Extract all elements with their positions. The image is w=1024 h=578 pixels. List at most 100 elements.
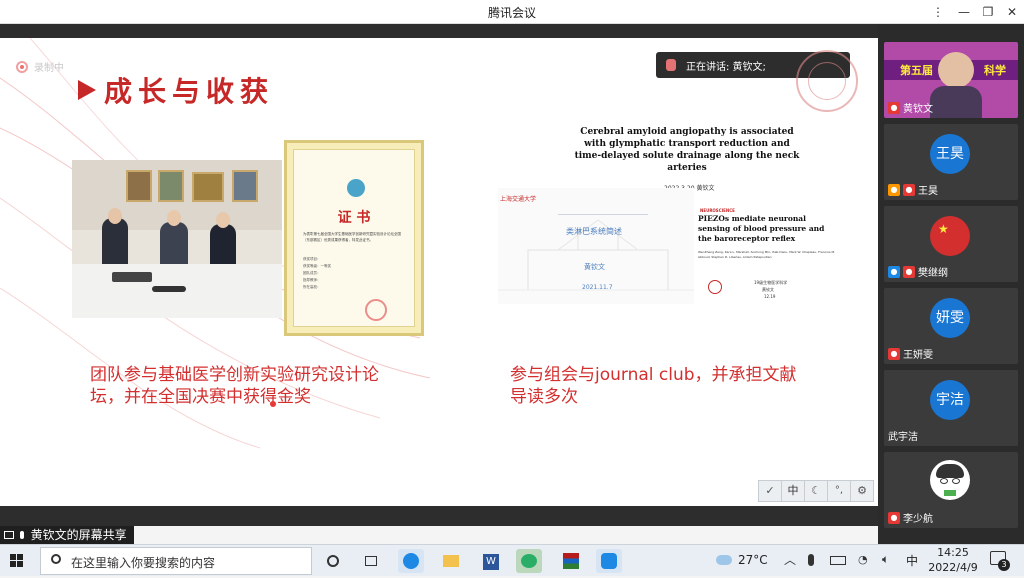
taskbar-search[interactable]: 在这里输入你要搜索的内容 (40, 547, 312, 575)
mic-muted-icon: ● (903, 265, 915, 278)
search-placeholder: 在这里输入你要搜索的内容 (71, 556, 216, 570)
participant-name: 王妍雯 (903, 350, 933, 361)
piezo-slide-thumb: NEUROSCIENCE PIEZOs mediate neuronal sen… (694, 208, 835, 308)
recording-indicator: 录制中 (16, 59, 64, 74)
recording-label: 录制中 (34, 63, 64, 74)
certificate-field-4: 指导教师： (303, 278, 321, 282)
wechat-icon[interactable] (516, 549, 542, 573)
user-icon: ● (888, 183, 900, 196)
caption-left: 团队参与基础医学创新实验研究设计论坛，并在全国决赛中获得金奖 (90, 365, 379, 407)
participant-name: 樊继纲 (918, 268, 948, 279)
app-title: 腾讯会议 (487, 6, 536, 20)
tray-chevron-icon[interactable]: ︿ (784, 551, 796, 568)
certificate-field-1: 获奖项目： (303, 257, 321, 261)
cortana-icon[interactable] (320, 549, 346, 573)
screen-share-label[interactable]: 黄钦文的屏幕共享 (0, 526, 134, 544)
lymph-author: 黄钦文 (584, 263, 605, 271)
lymph-date: 2021.11.7 (582, 284, 613, 291)
avatar: 宇洁 (930, 380, 970, 420)
certificate-field-5: 所在高校： (303, 285, 321, 289)
participant-name: 王昊 (918, 186, 938, 197)
video-banner-text-2: 科学 (984, 64, 1006, 77)
piezo-title: PIEZOs mediate neuronal sensing of blood… (698, 214, 825, 243)
mic-muted-icon: ● (903, 183, 915, 196)
slide-heading: 成长与收获 (78, 70, 274, 110)
screen-share-icon (4, 531, 14, 539)
certificate-title: 证 书 (337, 210, 371, 226)
weather-icon[interactable] (716, 555, 732, 565)
piezo-foot-1: 19级生物医学科学 (754, 280, 788, 285)
avatar: 王昊 (930, 134, 970, 174)
tray-mic-icon[interactable] (808, 554, 814, 566)
notification-count: 3 (998, 559, 1010, 571)
windows-start-icon[interactable] (10, 554, 24, 568)
neuroscience-tag: NEUROSCIENCE (700, 208, 735, 213)
piezo-foot-2: 黄钦文 (762, 287, 774, 292)
video-banner-text: 第五届 (900, 64, 933, 77)
ime-indicator[interactable]: 中 (906, 552, 918, 569)
speaking-mic-icon (666, 59, 676, 71)
minimize-button[interactable]: — (954, 3, 974, 21)
certificate-emblem-icon (347, 179, 365, 197)
edge-icon[interactable] (398, 549, 424, 573)
task-view-icon[interactable] (358, 549, 384, 573)
screen-share-text: 黄钦文的屏幕共享 (30, 528, 127, 542)
mic-small-icon (19, 531, 24, 539)
network-icon[interactable]: ◔ (858, 553, 868, 566)
title-bar: 腾讯会议 ⋮ — ❐ ✕ (0, 0, 1024, 24)
presentation-toolbar: ✓ 中 ☾ °, ⚙ (758, 480, 874, 502)
tencent-meeting-icon[interactable] (596, 549, 622, 573)
heading-text: 成长与收获 (104, 75, 275, 108)
certificate-body: 为表彰第七届全国大学生基础医学创新研究暨实验设计论坛全国（东部赛区）优秀成果获得… (303, 232, 401, 242)
avatar: 妍雯 (930, 298, 970, 338)
lymph-title: 类淋巴系统简述 (566, 227, 622, 236)
weather-temp[interactable]: 27°C (738, 553, 768, 567)
university-badge-icon (708, 280, 722, 294)
triangle-bullet-icon (78, 80, 96, 100)
flag-avatar-icon: ★ (930, 216, 970, 256)
mic-muted-icon: ● (888, 511, 900, 524)
winrar-icon[interactable] (558, 549, 584, 573)
paper-title: Cerebral amyloid angiopathy is associate… (574, 127, 800, 173)
piezo-authors: Wei-Zheng Zeng, Kara L. Marshall, Soohon… (698, 250, 836, 259)
close-button[interactable]: ✕ (1002, 3, 1022, 21)
file-explorer-icon[interactable] (438, 549, 464, 573)
theme-button[interactable]: ☾ (805, 481, 828, 501)
record-dot-icon (16, 60, 28, 73)
language-button[interactable]: 中 (782, 481, 805, 501)
share-bottom-border (0, 506, 878, 526)
participant-name: 武宇洁 (888, 432, 918, 443)
settings-button[interactable]: ⚙ (851, 481, 873, 501)
more-icon[interactable]: ⋮ (928, 3, 948, 21)
clock-time[interactable]: 14:25 (930, 546, 976, 559)
participant-tile[interactable]: 宇洁 武宇洁 (884, 370, 1018, 446)
cartoon-avatar-icon (930, 460, 970, 500)
speaker-video (938, 52, 974, 88)
mic-icon: ● (888, 101, 900, 114)
participant-tile[interactable]: ★ ● ● 樊继纲 (884, 206, 1018, 282)
participant-tile[interactable]: ● 李少航 (884, 452, 1018, 528)
clock-date[interactable]: 2022/4/9 (926, 561, 980, 574)
participant-tile[interactable]: 王昊 ● ● 王昊 (884, 124, 1018, 200)
participant-name: 黄钦文 (903, 104, 933, 115)
pointer-cursor (270, 401, 276, 407)
university-seal-icon (796, 50, 858, 112)
annotate-button[interactable]: ✓ (759, 481, 782, 501)
word-icon[interactable]: W (478, 549, 504, 573)
certificate: 证 书 为表彰第七届全国大学生基础医学创新研究暨实验设计论坛全国（东部赛区）优秀… (284, 140, 424, 336)
share-top-border (0, 24, 878, 38)
battery-icon[interactable] (830, 556, 846, 565)
participant-tile[interactable]: 妍雯 ● 王妍雯 (884, 288, 1018, 364)
volume-icon[interactable]: 🔈︎ (882, 552, 889, 567)
punctuation-button[interactable]: °, (828, 481, 851, 501)
certificate-field-3: 团队成员： (303, 271, 321, 275)
restore-button[interactable]: ❐ (978, 3, 998, 21)
caption-right: 参与组会与journal club，并承担文献导读多次 (510, 365, 797, 407)
piezo-foot-3: 12.19 (764, 294, 776, 299)
participant-name: 李少航 (903, 514, 933, 525)
participant-tile-video[interactable]: 第五届 科学 ● 黄钦文 (884, 42, 1018, 118)
windows-taskbar: 在这里输入你要搜索的内容 W 27°C ︿ ◔ 🔈︎ 中 14:25 2022/… (0, 544, 1024, 576)
mic-muted-icon: ● (888, 347, 900, 360)
participant-sidebar: 第五届 科学 ● 黄钦文 王昊 ● ● 王昊 ★ ● ● 樊继纲 妍雯 ● 王妍雯 宇洁 武… (878, 24, 1024, 544)
certificate-seal-icon (365, 299, 387, 321)
